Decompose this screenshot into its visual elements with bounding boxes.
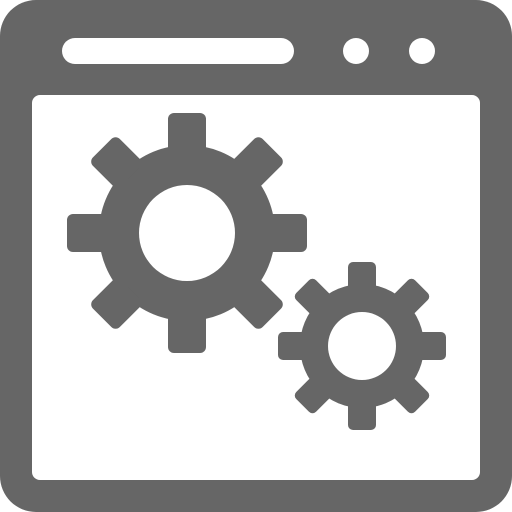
gear-small-tooth xyxy=(348,262,376,292)
small-gear-icon xyxy=(278,262,446,430)
gear-large-tooth xyxy=(267,214,307,252)
gear-large-tooth xyxy=(67,214,107,252)
gear-small-hole xyxy=(328,312,396,380)
address-bar xyxy=(62,38,294,64)
gear-large-tooth xyxy=(168,313,206,353)
gear-small-tooth xyxy=(278,332,308,360)
window-dot-2 xyxy=(409,38,435,64)
gear-small-tooth xyxy=(416,332,446,360)
browser-settings-icon xyxy=(0,0,512,512)
icon-canvas xyxy=(0,0,512,512)
large-gear-icon xyxy=(67,113,307,353)
gear-large-tooth xyxy=(168,113,206,153)
window-dot-1 xyxy=(343,38,369,64)
gear-small-tooth xyxy=(348,400,376,430)
gear-large-hole xyxy=(139,185,235,281)
